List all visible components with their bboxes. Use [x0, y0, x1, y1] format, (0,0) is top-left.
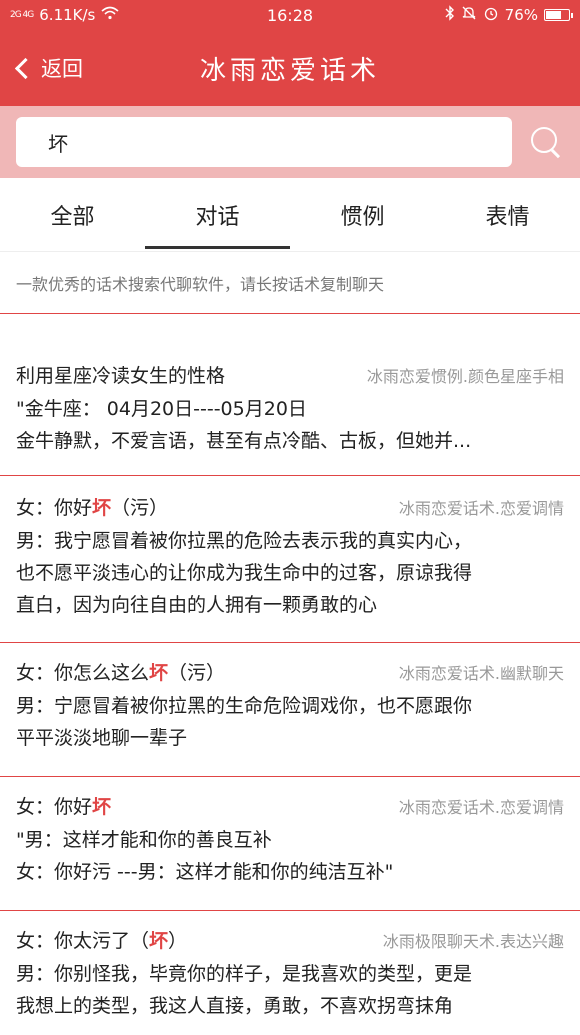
tab-dialogue[interactable]: 对话	[145, 178, 290, 251]
item-line: 平平淡淡地聊一辈子	[16, 727, 188, 749]
keyword-highlight: 坏	[149, 930, 169, 952]
item-line: 男：宁愿冒着被你拉黑的生命危险调戏你，也不愿跟你	[16, 695, 473, 717]
item-line: "男：这样才能和你的善良互补	[16, 829, 272, 851]
chevron-left-icon	[14, 57, 37, 79]
tab-all[interactable]: 全部	[0, 178, 145, 251]
item-source: 冰雨恋爱话术.幽默聊天	[398, 664, 564, 683]
list-item[interactable]: 女：你好坏（污） 冰雨恋爱话术.恋爱调情 男：我宁愿冒着被你拉黑的危险去表示我的…	[0, 476, 580, 643]
item-line: 直白，因为向往自由的人拥有一颗勇敢的心	[16, 594, 378, 616]
result-list: 利用星座冷读女生的性格 冰雨恋爱惯例.颜色星座手相 "金牛座： 04月20日--…	[0, 314, 580, 1035]
back-button[interactable]: 返回	[14, 53, 83, 83]
battery-icon	[544, 9, 573, 21]
battery-percent: 76%	[504, 6, 538, 24]
item-title: 利用星座冷读女生的性格	[16, 365, 226, 387]
search-button[interactable]	[512, 106, 580, 178]
item-line: 金牛静默，不爱言语，甚至有点冷酷、古板，但她并...	[16, 430, 472, 452]
back-label: 返回	[41, 57, 83, 81]
item-line: 我想上的类型，我这人直接，勇敢，不喜欢拐弯抹角	[16, 995, 454, 1017]
list-item[interactable]: 女：你怎么这么坏（污） 冰雨恋爱话术.幽默聊天 男：宁愿冒着被你拉黑的生命危险调…	[0, 643, 580, 777]
item-source: 冰雨极限聊天术.表达兴趣	[382, 932, 564, 951]
alarm-icon	[483, 5, 499, 25]
clock: 16:28	[266, 5, 314, 25]
item-line: 女：你好污 ---男：这样才能和你的纯洁互补"	[16, 861, 394, 883]
battery-level	[546, 11, 562, 19]
item-title: 女：你太污了（坏）	[16, 930, 188, 952]
item-line: "金牛座： 04月20日----05月20日	[16, 398, 307, 420]
tab-bar: 全部 对话 惯例 表情	[0, 178, 580, 252]
search-input[interactable]	[16, 117, 512, 167]
item-source: 冰雨恋爱话术.恋爱调情	[398, 499, 564, 518]
network-speed: 6.11K/s	[39, 6, 96, 24]
bluetooth-icon	[445, 5, 455, 25]
keyword-highlight: 坏	[92, 796, 112, 818]
keyword-highlight: 坏	[149, 662, 169, 684]
page-title: 冰雨恋爱话术	[199, 55, 380, 86]
keyword-highlight: 坏	[92, 497, 112, 519]
tab-routines[interactable]: 惯例	[290, 178, 435, 251]
tab-emoji[interactable]: 表情	[435, 178, 580, 251]
item-source: 冰雨恋爱惯例.颜色星座手相	[366, 367, 564, 386]
item-line: 也不愿平淡违心的让你成为我生命中的过客，原谅我得	[16, 562, 473, 584]
wifi-icon	[101, 6, 119, 24]
list-item[interactable]: 女：你太污了（坏） 冰雨极限聊天术.表达兴趣 男：你别怪我，毕竟你的样子，是我喜…	[0, 911, 580, 1035]
hint-text: 一款优秀的话术搜索代聊软件，请长按话术复制聊天	[0, 252, 580, 314]
mute-icon	[461, 5, 477, 25]
list-item[interactable]: 利用星座冷读女生的性格 冰雨恋爱惯例.颜色星座手相 "金牛座： 04月20日--…	[0, 314, 580, 476]
item-title: 女：你好坏	[16, 796, 112, 818]
status-bar: 2G 4G 6.11K/s 16:28 76%	[0, 0, 580, 30]
item-source: 冰雨恋爱话术.恋爱调情	[398, 798, 564, 817]
search-bar	[0, 106, 580, 178]
item-line: 男：我宁愿冒着被你拉黑的危险去表示我的真实内心，	[16, 530, 473, 552]
nav-bar: 返回 冰雨恋爱话术	[0, 30, 580, 106]
item-title: 女：你好坏（污）	[16, 497, 169, 519]
item-title: 女：你怎么这么坏（污）	[16, 662, 226, 684]
signal-icon: 2G 4G	[10, 10, 34, 20]
list-item[interactable]: 女：你好坏 冰雨恋爱话术.恋爱调情 "男：这样才能和你的善良互补 女：你好污 -…	[0, 777, 580, 911]
item-line: 男：你别怪我，毕竟你的样子，是我喜欢的类型，更是	[16, 963, 473, 985]
search-icon	[531, 127, 561, 159]
